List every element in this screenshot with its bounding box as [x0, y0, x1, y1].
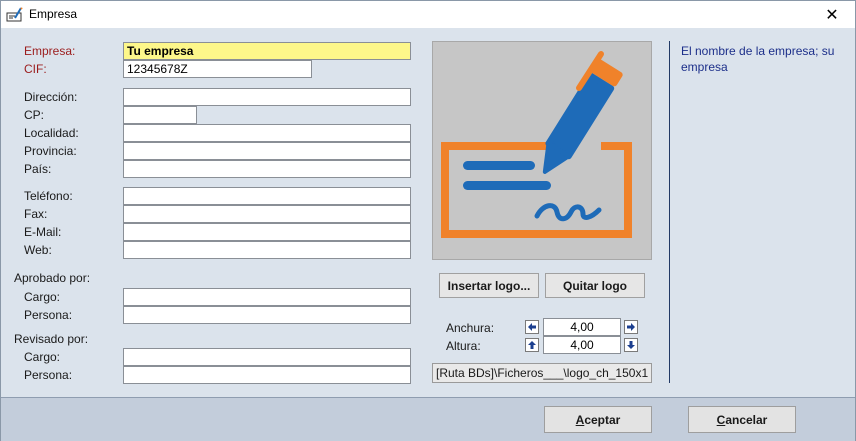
email-input[interactable]: [123, 223, 411, 241]
revisado-persona-label: Persona:: [24, 368, 73, 382]
web-input[interactable]: [123, 241, 411, 259]
width-label: Anchura:: [446, 321, 495, 335]
aprobado-cargo-input[interactable]: [123, 288, 411, 306]
company-name-label: Empresa:: [24, 44, 76, 58]
cif-label: CIF:: [24, 62, 47, 76]
insert-logo-button[interactable]: Insertar logo...: [439, 273, 539, 298]
footer-bar: Aceptar Cancelar: [1, 397, 855, 441]
cancel-button[interactable]: Cancelar: [688, 406, 796, 433]
aprobado-persona-label: Persona:: [24, 308, 73, 322]
fax-input[interactable]: [123, 205, 411, 223]
arrow-up-icon: [528, 341, 536, 349]
cancel-label: ancelar: [725, 412, 768, 427]
cif-input[interactable]: 12345678Z: [123, 60, 312, 78]
accept-accelerator: A: [575, 412, 585, 427]
arrow-right-icon: [627, 323, 635, 331]
height-label: Altura:: [446, 339, 481, 353]
width-decrease-button[interactable]: [525, 320, 539, 334]
aprobado-section-label: Aprobado por:: [14, 271, 91, 285]
telefono-input[interactable]: [123, 187, 411, 205]
help-text: El nombre de la empresa; su empresa: [681, 44, 835, 74]
provincia-label: Provincia:: [24, 144, 77, 158]
revisado-cargo-label: Cargo:: [24, 350, 61, 364]
cp-label: CP:: [24, 108, 45, 122]
company-name-input[interactable]: Tu empresa: [123, 42, 411, 60]
title-bar: Empresa ✕: [1, 1, 855, 28]
aprobado-persona-input[interactable]: [123, 306, 411, 324]
email-label: E-Mail:: [24, 225, 62, 239]
pais-label: País:: [24, 162, 52, 176]
telefono-label: Teléfono:: [24, 189, 73, 203]
arrow-left-icon: [528, 323, 536, 331]
app-icon: [6, 7, 23, 22]
help-divider: [669, 41, 670, 383]
revisado-cargo-input[interactable]: [123, 348, 411, 366]
width-increase-button[interactable]: [624, 320, 638, 334]
direccion-input[interactable]: [123, 88, 411, 106]
web-label: Web:: [24, 243, 52, 257]
localidad-label: Localidad:: [24, 126, 79, 140]
provincia-input[interactable]: [123, 142, 411, 160]
cancel-accelerator: C: [716, 412, 726, 427]
close-button[interactable]: ✕: [809, 1, 855, 28]
direccion-label: Dirección:: [24, 90, 78, 104]
close-icon: ✕: [825, 6, 839, 24]
fax-label: Fax:: [24, 207, 48, 221]
height-increase-button[interactable]: [525, 338, 539, 352]
aprobado-cargo-label: Cargo:: [24, 290, 61, 304]
arrow-down-icon: [627, 341, 635, 349]
localidad-input[interactable]: [123, 124, 411, 142]
accept-label: ceptar: [584, 412, 621, 427]
pais-input[interactable]: [123, 160, 411, 178]
remove-logo-button[interactable]: Quitar logo: [545, 273, 645, 298]
revisado-section-label: Revisado por:: [14, 332, 89, 346]
logo-preview[interactable]: [432, 41, 652, 260]
height-decrease-button[interactable]: [624, 338, 638, 352]
accept-button[interactable]: Aceptar: [544, 406, 652, 433]
window-title: Empresa: [29, 7, 78, 21]
revisado-persona-input[interactable]: [123, 366, 411, 384]
dialog-window: Empresa ✕ Empresa: Tu empresa CIF: 12345…: [0, 0, 856, 441]
signature-pen-icon: [441, 51, 632, 238]
height-input[interactable]: 4,00: [543, 336, 621, 354]
cp-input[interactable]: [123, 106, 197, 124]
logo-path-field[interactable]: [Ruta BDs]\Ficheros___\logo_ch_150x1: [432, 363, 652, 383]
width-input[interactable]: 4,00: [543, 318, 621, 336]
